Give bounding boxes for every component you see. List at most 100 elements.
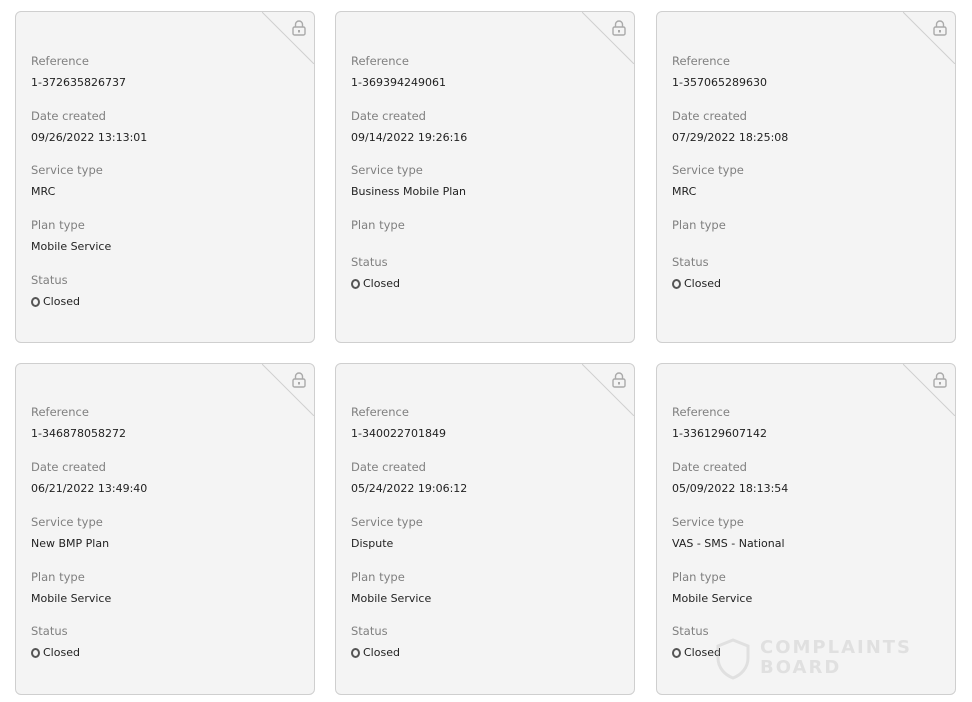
reference-value: 1-340022701849 <box>351 427 446 440</box>
reference-label: Reference <box>672 54 730 68</box>
service-type-field: Service type MRC <box>672 163 744 199</box>
plan-type-field: Plan type Mobile Service <box>31 570 111 606</box>
status-field: Status Closed <box>351 255 400 291</box>
status-label: Status <box>351 255 388 269</box>
corner-fold-icon <box>582 12 634 64</box>
reference-field: Reference 1-340022701849 <box>351 405 446 441</box>
date-created-label: Date created <box>351 460 426 474</box>
complaint-card[interactable]: Reference 1-340022701849 Date created 05… <box>335 363 635 695</box>
lock-icon <box>612 20 626 36</box>
plan-type-value: Mobile Service <box>31 592 112 605</box>
date-created-value: 09/26/2022 13:13:01 <box>31 131 148 144</box>
service-type-field: Service type New BMP Plan <box>31 515 109 551</box>
shield-icon <box>716 638 750 680</box>
status-value: Closed <box>351 277 400 291</box>
status-circle-icon <box>31 648 40 658</box>
status-text: Closed <box>684 277 721 290</box>
watermark-line2: BOARD <box>760 657 842 678</box>
reference-field: Reference 1-336129607142 <box>672 405 767 441</box>
status-label: Status <box>31 624 68 638</box>
plan-type-label: Plan type <box>351 218 405 232</box>
plan-type-field: Plan type <box>351 218 405 232</box>
complaint-card[interactable]: Reference 1-346878058272 Date created 06… <box>15 363 315 695</box>
status-field: Status Closed <box>351 624 400 660</box>
service-type-label: Service type <box>672 515 744 529</box>
complaint-card[interactable]: Reference 1-369394249061 Date created 09… <box>335 11 635 343</box>
reference-field: Reference 1-357065289630 <box>672 54 767 90</box>
plan-type-label: Plan type <box>672 218 726 232</box>
date-created-field: Date created 09/26/2022 13:13:01 <box>31 109 147 145</box>
plan-type-value: Mobile Service <box>31 240 112 253</box>
corner-fold-icon <box>262 12 314 64</box>
plan-type-label: Plan type <box>351 570 405 584</box>
complaint-card[interactable]: Reference 1-372635826737 Date created 09… <box>15 11 315 343</box>
service-type-field: Service type VAS - SMS - National <box>672 515 785 551</box>
status-label: Status <box>672 255 709 269</box>
status-text: Closed <box>363 646 400 659</box>
reference-value: 1-336129607142 <box>672 427 767 440</box>
plan-type-value: Mobile Service <box>672 592 753 605</box>
plan-type-field: Plan type Mobile Service <box>31 218 111 254</box>
service-type-label: Service type <box>31 515 103 529</box>
date-created-value: 05/09/2022 18:13:54 <box>672 482 789 495</box>
status-circle-icon <box>351 279 360 289</box>
date-created-label: Date created <box>31 109 106 123</box>
service-type-label: Service type <box>672 163 744 177</box>
plan-type-field: Plan type Mobile Service <box>351 570 431 606</box>
watermark: COMPLAINTS BOARD <box>712 636 927 684</box>
service-type-value: New BMP Plan <box>31 537 110 550</box>
status-text: Closed <box>43 646 80 659</box>
plan-type-label: Plan type <box>672 570 726 584</box>
lock-icon <box>933 20 947 36</box>
status-circle-icon <box>672 279 681 289</box>
date-created-label: Date created <box>351 109 426 123</box>
service-type-value: Business Mobile Plan <box>351 185 466 198</box>
status-circle-icon <box>672 648 681 658</box>
date-created-field: Date created 06/21/2022 13:49:40 <box>31 460 147 496</box>
service-type-value: MRC <box>31 185 56 198</box>
service-type-value: VAS - SMS - National <box>672 537 785 550</box>
complaint-card[interactable]: Reference 1-357065289630 Date created 07… <box>656 11 956 343</box>
service-type-field: Service type Business Mobile Plan <box>351 163 466 199</box>
status-label: Status <box>31 273 68 287</box>
service-type-label: Service type <box>31 163 103 177</box>
reference-label: Reference <box>351 405 409 419</box>
date-created-field: Date created 09/14/2022 19:26:16 <box>351 109 467 145</box>
plan-type-label: Plan type <box>31 570 85 584</box>
reference-value: 1-369394249061 <box>351 76 446 89</box>
corner-fold-icon <box>903 12 955 64</box>
service-type-field: Service type Dispute <box>351 515 423 551</box>
plan-type-value: Mobile Service <box>351 592 432 605</box>
service-type-value: MRC <box>672 185 697 198</box>
status-text: Closed <box>43 295 80 308</box>
reference-value: 1-372635826737 <box>31 76 126 89</box>
status-field: Status Closed <box>31 624 80 660</box>
reference-value: 1-357065289630 <box>672 76 767 89</box>
date-created-value: 05/24/2022 19:06:12 <box>351 482 468 495</box>
status-circle-icon <box>31 297 40 307</box>
date-created-field: Date created 05/09/2022 18:13:54 <box>672 460 788 496</box>
reference-label: Reference <box>672 405 730 419</box>
status-value: Closed <box>672 277 721 291</box>
corner-fold-icon <box>903 364 955 416</box>
status-circle-icon <box>351 648 360 658</box>
lock-icon <box>933 372 947 388</box>
status-value: Closed <box>31 295 80 309</box>
corner-fold-icon <box>582 364 634 416</box>
reference-field: Reference 1-372635826737 <box>31 54 126 90</box>
status-label: Status <box>351 624 388 638</box>
lock-icon <box>612 372 626 388</box>
status-value: Closed <box>351 646 400 660</box>
status-field: Status Closed <box>31 273 80 309</box>
status-text: Closed <box>363 277 400 290</box>
date-created-label: Date created <box>31 460 106 474</box>
date-created-field: Date created 07/29/2022 18:25:08 <box>672 109 788 145</box>
date-created-field: Date created 05/24/2022 19:06:12 <box>351 460 467 496</box>
date-created-label: Date created <box>672 109 747 123</box>
date-created-value: 09/14/2022 19:26:16 <box>351 131 468 144</box>
watermark-text: COMPLAINTS BOARD <box>760 638 912 678</box>
status-value: Closed <box>31 646 80 660</box>
reference-field: Reference 1-346878058272 <box>31 405 126 441</box>
reference-label: Reference <box>31 54 89 68</box>
plan-type-field: Plan type <box>672 218 726 232</box>
